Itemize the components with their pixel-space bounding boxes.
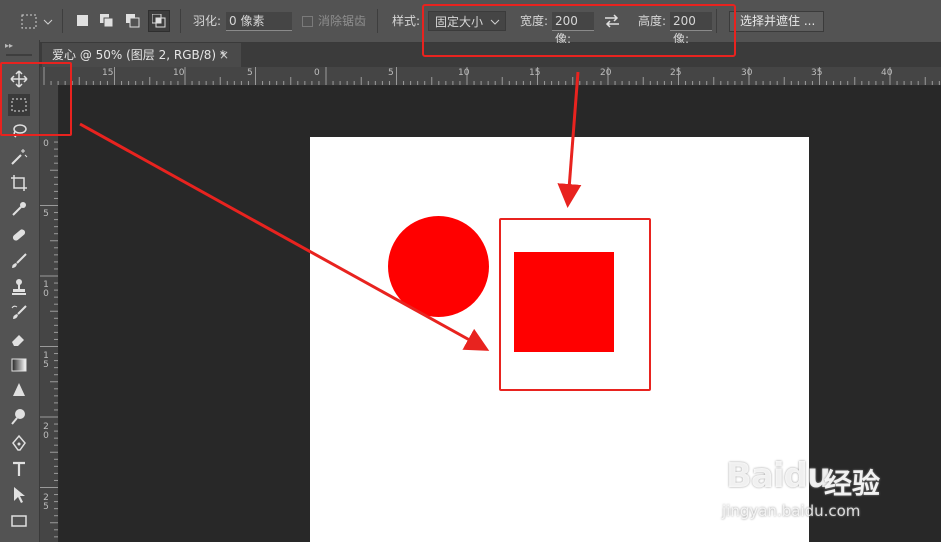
feather-label: 羽化: (193, 14, 222, 28)
tool-preset-picker[interactable] (20, 12, 54, 32)
horizontal-ruler: 15 10 5 0 5 10 15 20 25 30 35 40 (40, 67, 941, 86)
subtract-selection-button[interactable] (126, 14, 140, 28)
rectangle-shape-icon (11, 515, 27, 527)
ruler-label: 5 (388, 68, 394, 78)
ruler-label: 35 (811, 68, 823, 78)
ruler-ticks (40, 134, 58, 538)
clone-stamp-tool[interactable] (8, 276, 30, 298)
eyedropper-icon (12, 202, 26, 216)
ruler-label: 1 0 (43, 280, 49, 299)
eyedropper-tool[interactable] (8, 198, 30, 220)
ruler-label: 1 5 (43, 351, 49, 370)
vertical-ruler: 0 5 1 0 1 5 2 0 2 5 (40, 85, 59, 542)
feather-input[interactable]: 0 像素 (226, 12, 292, 31)
tool-highlight-box (0, 62, 72, 136)
options-highlight-box (422, 4, 736, 57)
path-select-icon (14, 487, 25, 503)
history-brush-icon (11, 305, 27, 319)
watermark-brand: Baidu (726, 456, 831, 496)
rectangle-shape-tool[interactable] (8, 510, 30, 532)
add-selection-icon (100, 14, 114, 28)
crop-tool[interactable] (8, 172, 30, 194)
ruler-label: 40 (881, 68, 893, 78)
red-circle-shape[interactable] (388, 216, 489, 317)
eraser-icon (12, 335, 24, 346)
magic-wand-tool[interactable] (8, 146, 30, 168)
ruler-label: 10 (173, 68, 185, 78)
ruler-label: 2 0 (43, 422, 49, 441)
ruler-label: 0 (314, 68, 320, 78)
toolbar-grip (6, 54, 32, 56)
watermark: Baidu 经验 jingyan.baidu.com (720, 448, 935, 528)
crop-icon (11, 175, 27, 191)
add-selection-button[interactable] (100, 14, 114, 28)
close-icon[interactable]: × (219, 43, 229, 67)
ruler-label: 15 (102, 68, 114, 78)
pen-icon (12, 434, 26, 451)
rect-marquee-icon (21, 14, 53, 29)
brush-icon (12, 253, 27, 268)
dodge-icon (11, 409, 25, 425)
select-and-mask-button[interactable]: 选择并遮住 ... (729, 11, 824, 32)
gradient-tool[interactable] (8, 354, 30, 376)
ruler-label: 30 (741, 68, 753, 78)
style-label: 样式: (392, 14, 421, 28)
ruler-label: 2 5 (43, 493, 49, 512)
separator (62, 9, 63, 33)
blur-tool[interactable] (8, 380, 30, 402)
subtract-selection-icon (126, 14, 140, 28)
ruler-label: 10 (458, 68, 470, 78)
healing-brush-tool[interactable] (8, 224, 30, 246)
ruler-label: 15 (529, 68, 541, 78)
dodge-tool[interactable] (8, 406, 30, 428)
new-selection-icon (77, 15, 88, 26)
separator (377, 9, 378, 33)
path-select-tool[interactable] (8, 484, 30, 506)
ruler-label: 5 (247, 68, 253, 78)
ruler-label: 0 (43, 139, 49, 149)
document-tab-title: 爱心 @ 50% (图层 2, RGB/8) * (52, 48, 226, 62)
clone-stamp-icon (12, 279, 26, 295)
watermark-url: jingyan.baidu.com (722, 502, 861, 520)
history-brush-tool[interactable] (8, 302, 30, 324)
collapse-panel-icon[interactable]: ▸▸ (5, 41, 13, 50)
healing-brush-icon (12, 229, 26, 241)
ruler-label: 5 (43, 209, 49, 219)
antialias-checkbox[interactable] (302, 16, 313, 27)
blur-icon (13, 383, 25, 396)
antialias-label: 消除锯齿 (318, 14, 367, 28)
square-highlight-box (499, 218, 651, 391)
ruler-label: 25 (670, 68, 682, 78)
ruler-label: 20 (600, 68, 612, 78)
magic-wand-icon (11, 149, 28, 165)
pen-tool[interactable] (8, 432, 30, 454)
new-selection-button[interactable] (76, 14, 90, 28)
intersect-selection-icon (152, 14, 166, 28)
watermark-product: 经验 (824, 467, 881, 500)
eraser-tool[interactable] (8, 328, 30, 350)
brush-tool[interactable] (8, 250, 30, 272)
type-icon (13, 461, 25, 476)
gradient-icon (11, 358, 27, 372)
type-tool[interactable] (8, 458, 30, 480)
separator (180, 9, 181, 33)
intersect-selection-button[interactable] (148, 10, 170, 32)
